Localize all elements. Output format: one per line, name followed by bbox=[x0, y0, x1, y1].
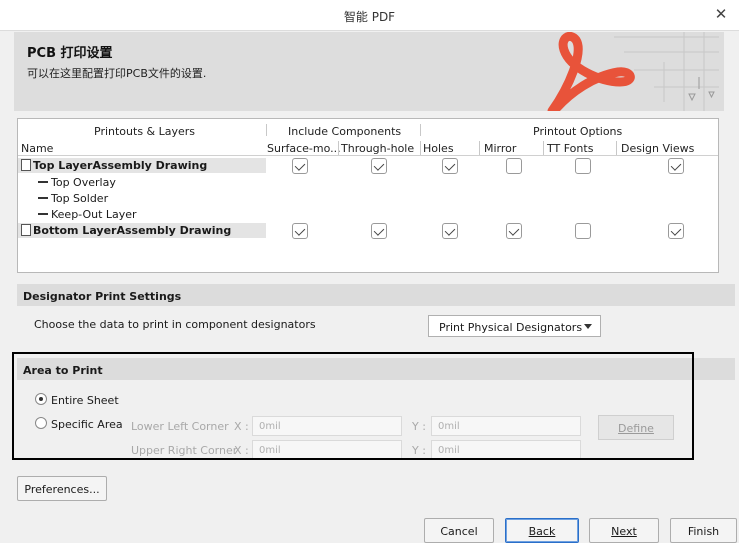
define-button[interactable]: Define bbox=[598, 415, 674, 440]
lower-left-y-input[interactable]: 0mil bbox=[431, 416, 581, 436]
close-icon[interactable]: ✕ bbox=[713, 5, 729, 23]
column-divider bbox=[479, 141, 480, 155]
row-name: Bottom LayerAssembly Drawing bbox=[33, 224, 232, 237]
upper-right-y-input[interactable]: 0mil bbox=[431, 440, 581, 460]
entire-sheet-radio[interactable] bbox=[35, 393, 47, 405]
area-section-header: Area to Print bbox=[17, 358, 735, 380]
through-hole-checkbox[interactable] bbox=[371, 223, 387, 239]
column-divider bbox=[338, 141, 339, 155]
page-title: PCB 打印设置 bbox=[27, 46, 113, 61]
define-button-label: Define bbox=[618, 422, 654, 435]
window-title: 智能 PDF bbox=[343, 10, 396, 24]
mirror-checkbox[interactable] bbox=[506, 223, 522, 239]
table-row-printout[interactable]: Bottom LayerAssembly Drawing bbox=[21, 224, 231, 237]
specific-area-radio[interactable] bbox=[35, 417, 47, 429]
column-header-name[interactable]: Name bbox=[21, 142, 53, 155]
back-button-label: Back bbox=[528, 525, 556, 538]
row-name: Top Solder bbox=[51, 192, 109, 205]
column-divider bbox=[543, 141, 544, 155]
header-banner: PCB 打印设置 可以在这里配置打印PCB文件的设置. bbox=[14, 32, 724, 111]
table-row-layer[interactable]: Keep-Out Layer bbox=[38, 208, 137, 221]
upper-right-y-label: Y : bbox=[412, 444, 426, 457]
header-divider bbox=[420, 124, 421, 136]
layer-dash-icon bbox=[38, 197, 48, 199]
specific-area-label[interactable]: Specific Area bbox=[51, 418, 123, 431]
row-name: Keep-Out Layer bbox=[51, 208, 137, 221]
next-button-label: Next bbox=[611, 525, 637, 538]
column-header-design-views[interactable]: Design Views bbox=[621, 142, 694, 155]
column-header-through-hole[interactable]: Through-hole bbox=[341, 142, 414, 155]
finish-button[interactable]: Finish bbox=[670, 518, 737, 543]
table-row-layer[interactable]: Top Solder bbox=[38, 192, 108, 205]
through-hole-checkbox[interactable] bbox=[371, 158, 387, 174]
entire-sheet-label[interactable]: Entire Sheet bbox=[51, 394, 119, 407]
upper-right-x-label: X : bbox=[234, 444, 249, 457]
group-header-include-components: Include Components bbox=[288, 125, 402, 138]
surface-mount-checkbox[interactable] bbox=[292, 223, 308, 239]
page-subtitle: 可以在这里配置打印PCB文件的设置. bbox=[27, 67, 207, 80]
column-header-surface-mount[interactable]: Surface-mo... bbox=[267, 142, 341, 155]
row-name: Top Overlay bbox=[51, 176, 116, 189]
column-divider bbox=[420, 141, 421, 155]
designator-select[interactable]: Print Physical Designators bbox=[428, 315, 601, 337]
designator-label: Choose the data to print in component de… bbox=[34, 318, 316, 331]
holes-checkbox[interactable] bbox=[442, 223, 458, 239]
column-header-holes[interactable]: Holes bbox=[423, 142, 454, 155]
next-button[interactable]: Next bbox=[589, 518, 659, 543]
upper-right-corner-label: Upper Right Corner bbox=[131, 444, 238, 457]
surface-mount-checkbox[interactable] bbox=[292, 158, 308, 174]
row-name: Top LayerAssembly Drawing bbox=[33, 159, 208, 172]
lower-left-y-label: Y : bbox=[412, 420, 426, 433]
tt-fonts-checkbox[interactable] bbox=[575, 158, 591, 174]
lower-left-x-input[interactable]: 0mil bbox=[252, 416, 402, 436]
document-icon bbox=[21, 224, 31, 236]
document-icon bbox=[21, 159, 31, 171]
chevron-down-icon bbox=[584, 324, 592, 329]
group-header-printout-options: Printout Options bbox=[533, 125, 623, 138]
column-header-mirror[interactable]: Mirror bbox=[484, 142, 516, 155]
mirror-checkbox[interactable] bbox=[506, 158, 522, 174]
upper-right-x-input[interactable]: 0mil bbox=[252, 440, 402, 460]
designator-select-value: Print Physical Designators bbox=[439, 321, 583, 334]
lower-left-corner-label: Lower Left Corner bbox=[131, 420, 229, 433]
column-divider bbox=[616, 141, 617, 155]
header-divider bbox=[266, 124, 267, 136]
layer-dash-icon bbox=[38, 213, 48, 215]
tt-fonts-checkbox[interactable] bbox=[575, 223, 591, 239]
group-header-printouts: Printouts & Layers bbox=[94, 125, 196, 138]
preferences-button[interactable]: Preferences... bbox=[17, 476, 107, 501]
lower-left-x-label: X : bbox=[234, 420, 249, 433]
pdf-logo-icon bbox=[547, 32, 719, 111]
back-button[interactable]: Back bbox=[505, 518, 579, 543]
designator-section-header: Designator Print Settings bbox=[17, 284, 735, 306]
column-header-tt-fonts[interactable]: TT Fonts bbox=[547, 142, 593, 155]
title-bar: 智能 PDF ✕ bbox=[0, 0, 739, 31]
holes-checkbox[interactable] bbox=[442, 158, 458, 174]
table-row-layer[interactable]: Top Overlay bbox=[38, 176, 116, 189]
header-divider bbox=[18, 155, 718, 156]
printouts-layers-table: Printouts & Layers Include Components Pr… bbox=[17, 118, 719, 273]
design-views-checkbox[interactable] bbox=[668, 223, 684, 239]
design-views-checkbox[interactable] bbox=[668, 158, 684, 174]
cancel-button[interactable]: Cancel bbox=[424, 518, 494, 543]
table-row-printout[interactable]: Top LayerAssembly Drawing bbox=[21, 159, 207, 172]
layer-dash-icon bbox=[38, 181, 48, 183]
